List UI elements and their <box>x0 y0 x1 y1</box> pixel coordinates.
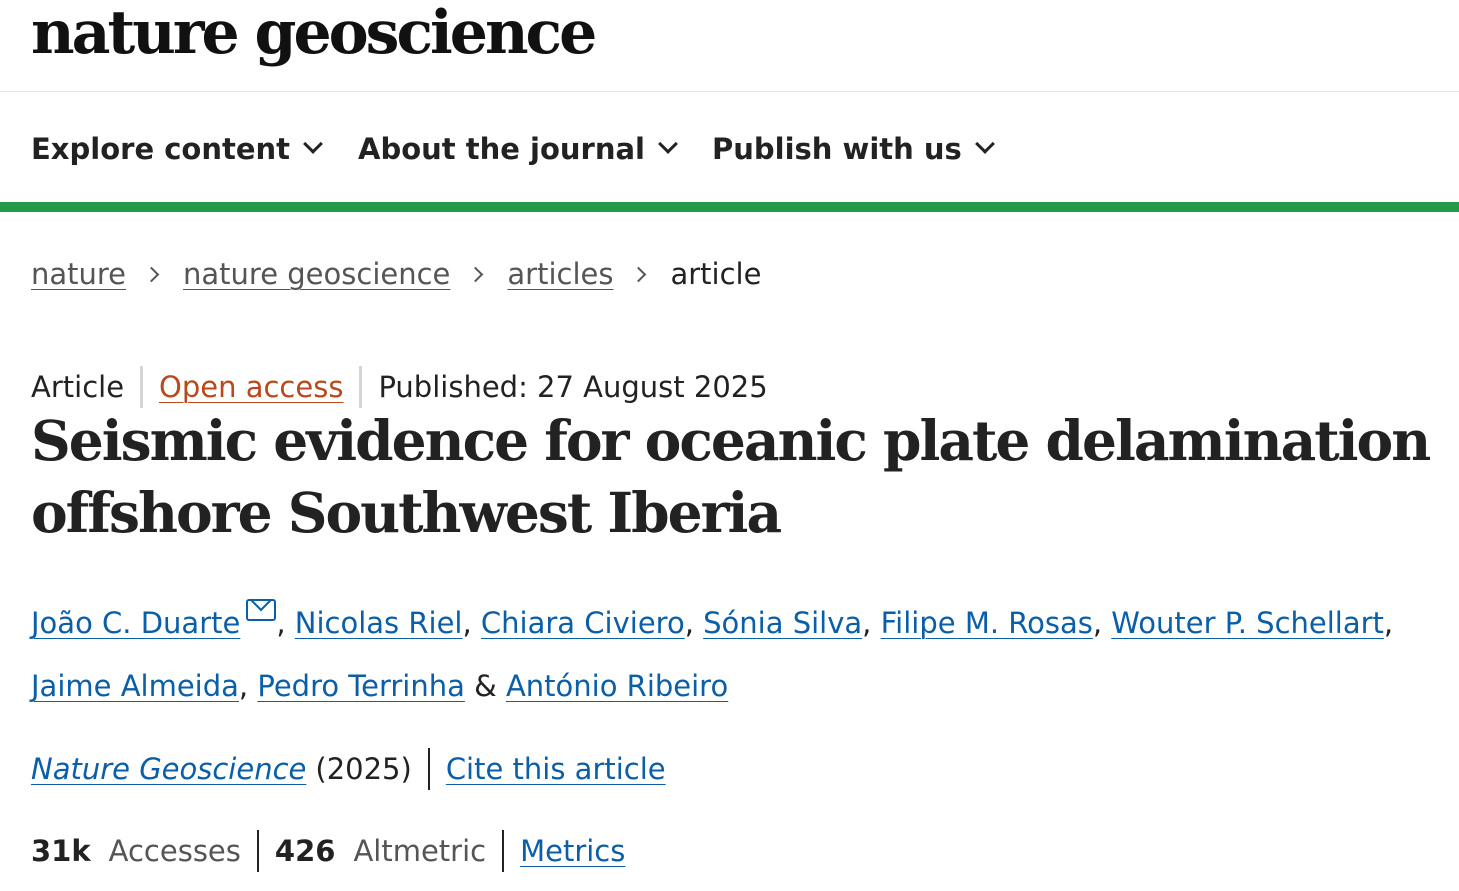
author-separator: , <box>238 669 258 703</box>
breadcrumb-nature-geoscience[interactable]: nature geoscience <box>183 257 450 291</box>
altmetric-label: Altmetric <box>353 834 487 868</box>
author-separator: , <box>462 606 481 640</box>
author-link[interactable]: Chiara Civiero <box>481 606 685 640</box>
nav-item-label: Publish with us <box>712 132 962 166</box>
mail-icon[interactable] <box>246 599 277 621</box>
author-link[interactable]: Nicolas Riel <box>295 606 463 640</box>
divider <box>256 830 259 872</box>
author-link[interactable]: João C. Duarte <box>31 606 240 640</box>
journal-link[interactable]: Nature Geoscience <box>31 752 306 786</box>
article-metrics: 31k Accesses 426 Altmetric Metrics <box>31 828 625 874</box>
chevron-right-icon <box>143 266 160 282</box>
chevron-down-icon <box>303 134 323 154</box>
publication-year: (2025) <box>315 752 412 786</box>
site-header: nature geoscience <box>0 0 1459 92</box>
main-nav: Explore content About the journal Publis… <box>0 93 1459 202</box>
divider <box>502 830 505 872</box>
chevron-down-icon <box>658 134 678 154</box>
cite-article-link[interactable]: Cite this article <box>446 752 666 786</box>
breadcrumb-articles[interactable]: articles <box>507 257 613 291</box>
divider <box>140 366 144 408</box>
open-access-link[interactable]: Open access <box>159 370 343 404</box>
nav-publish-with-us[interactable]: Publish with us <box>712 129 995 169</box>
breadcrumb-current: article <box>670 257 762 291</box>
author-link[interactable]: Wouter P. Schellart <box>1111 606 1384 640</box>
article-title: Seismic evidence for oceanic plate delam… <box>31 408 1431 545</box>
chevron-right-icon <box>468 266 484 282</box>
metrics-link[interactable]: Metrics <box>520 834 625 868</box>
breadcrumb-nature[interactable]: nature <box>31 257 126 291</box>
nav-about-journal[interactable]: About the journal <box>358 129 678 169</box>
chevron-right-icon <box>631 266 647 282</box>
divider <box>359 366 363 408</box>
accesses-label: Accesses <box>108 834 241 868</box>
author-link[interactable]: Jaime Almeida <box>31 669 239 703</box>
nav-item-label: Explore content <box>31 132 291 166</box>
nav-accent-bar <box>0 202 1459 212</box>
author-list: João C. Duarte, Nicolas Riel, Chiara Civ… <box>31 592 1441 718</box>
author-separator: , <box>684 606 704 640</box>
nav-explore-content[interactable]: Explore content <box>31 129 323 169</box>
author-separator: & <box>464 669 506 703</box>
author-link[interactable]: Sónia Silva <box>703 606 862 640</box>
article-meta: Article Open access Published: 27 August… <box>31 364 768 410</box>
accesses-count: 31k <box>31 834 91 868</box>
breadcrumb: nature nature geoscience articles articl… <box>31 252 761 296</box>
nav-item-label: About the journal <box>358 132 645 166</box>
journal-logo[interactable]: nature geoscience <box>31 0 597 66</box>
altmetric-score: 426 <box>274 834 336 868</box>
article-type: Article <box>31 370 125 404</box>
author-separator: , <box>862 606 881 640</box>
journal-citation-line: Nature Geoscience (2025) Cite this artic… <box>31 746 666 792</box>
divider <box>427 748 430 790</box>
author-separator: , <box>276 606 295 640</box>
chevron-down-icon <box>974 134 995 154</box>
author-link[interactable]: António Ribeiro <box>506 669 728 703</box>
published-date: Published: 27 August 2025 <box>378 370 768 404</box>
author-link[interactable]: Filipe M. Rosas <box>881 606 1093 640</box>
author-separator: , <box>1092 606 1112 640</box>
author-separator: , <box>1383 606 1394 640</box>
author-link[interactable]: Pedro Terrinha <box>257 669 465 703</box>
